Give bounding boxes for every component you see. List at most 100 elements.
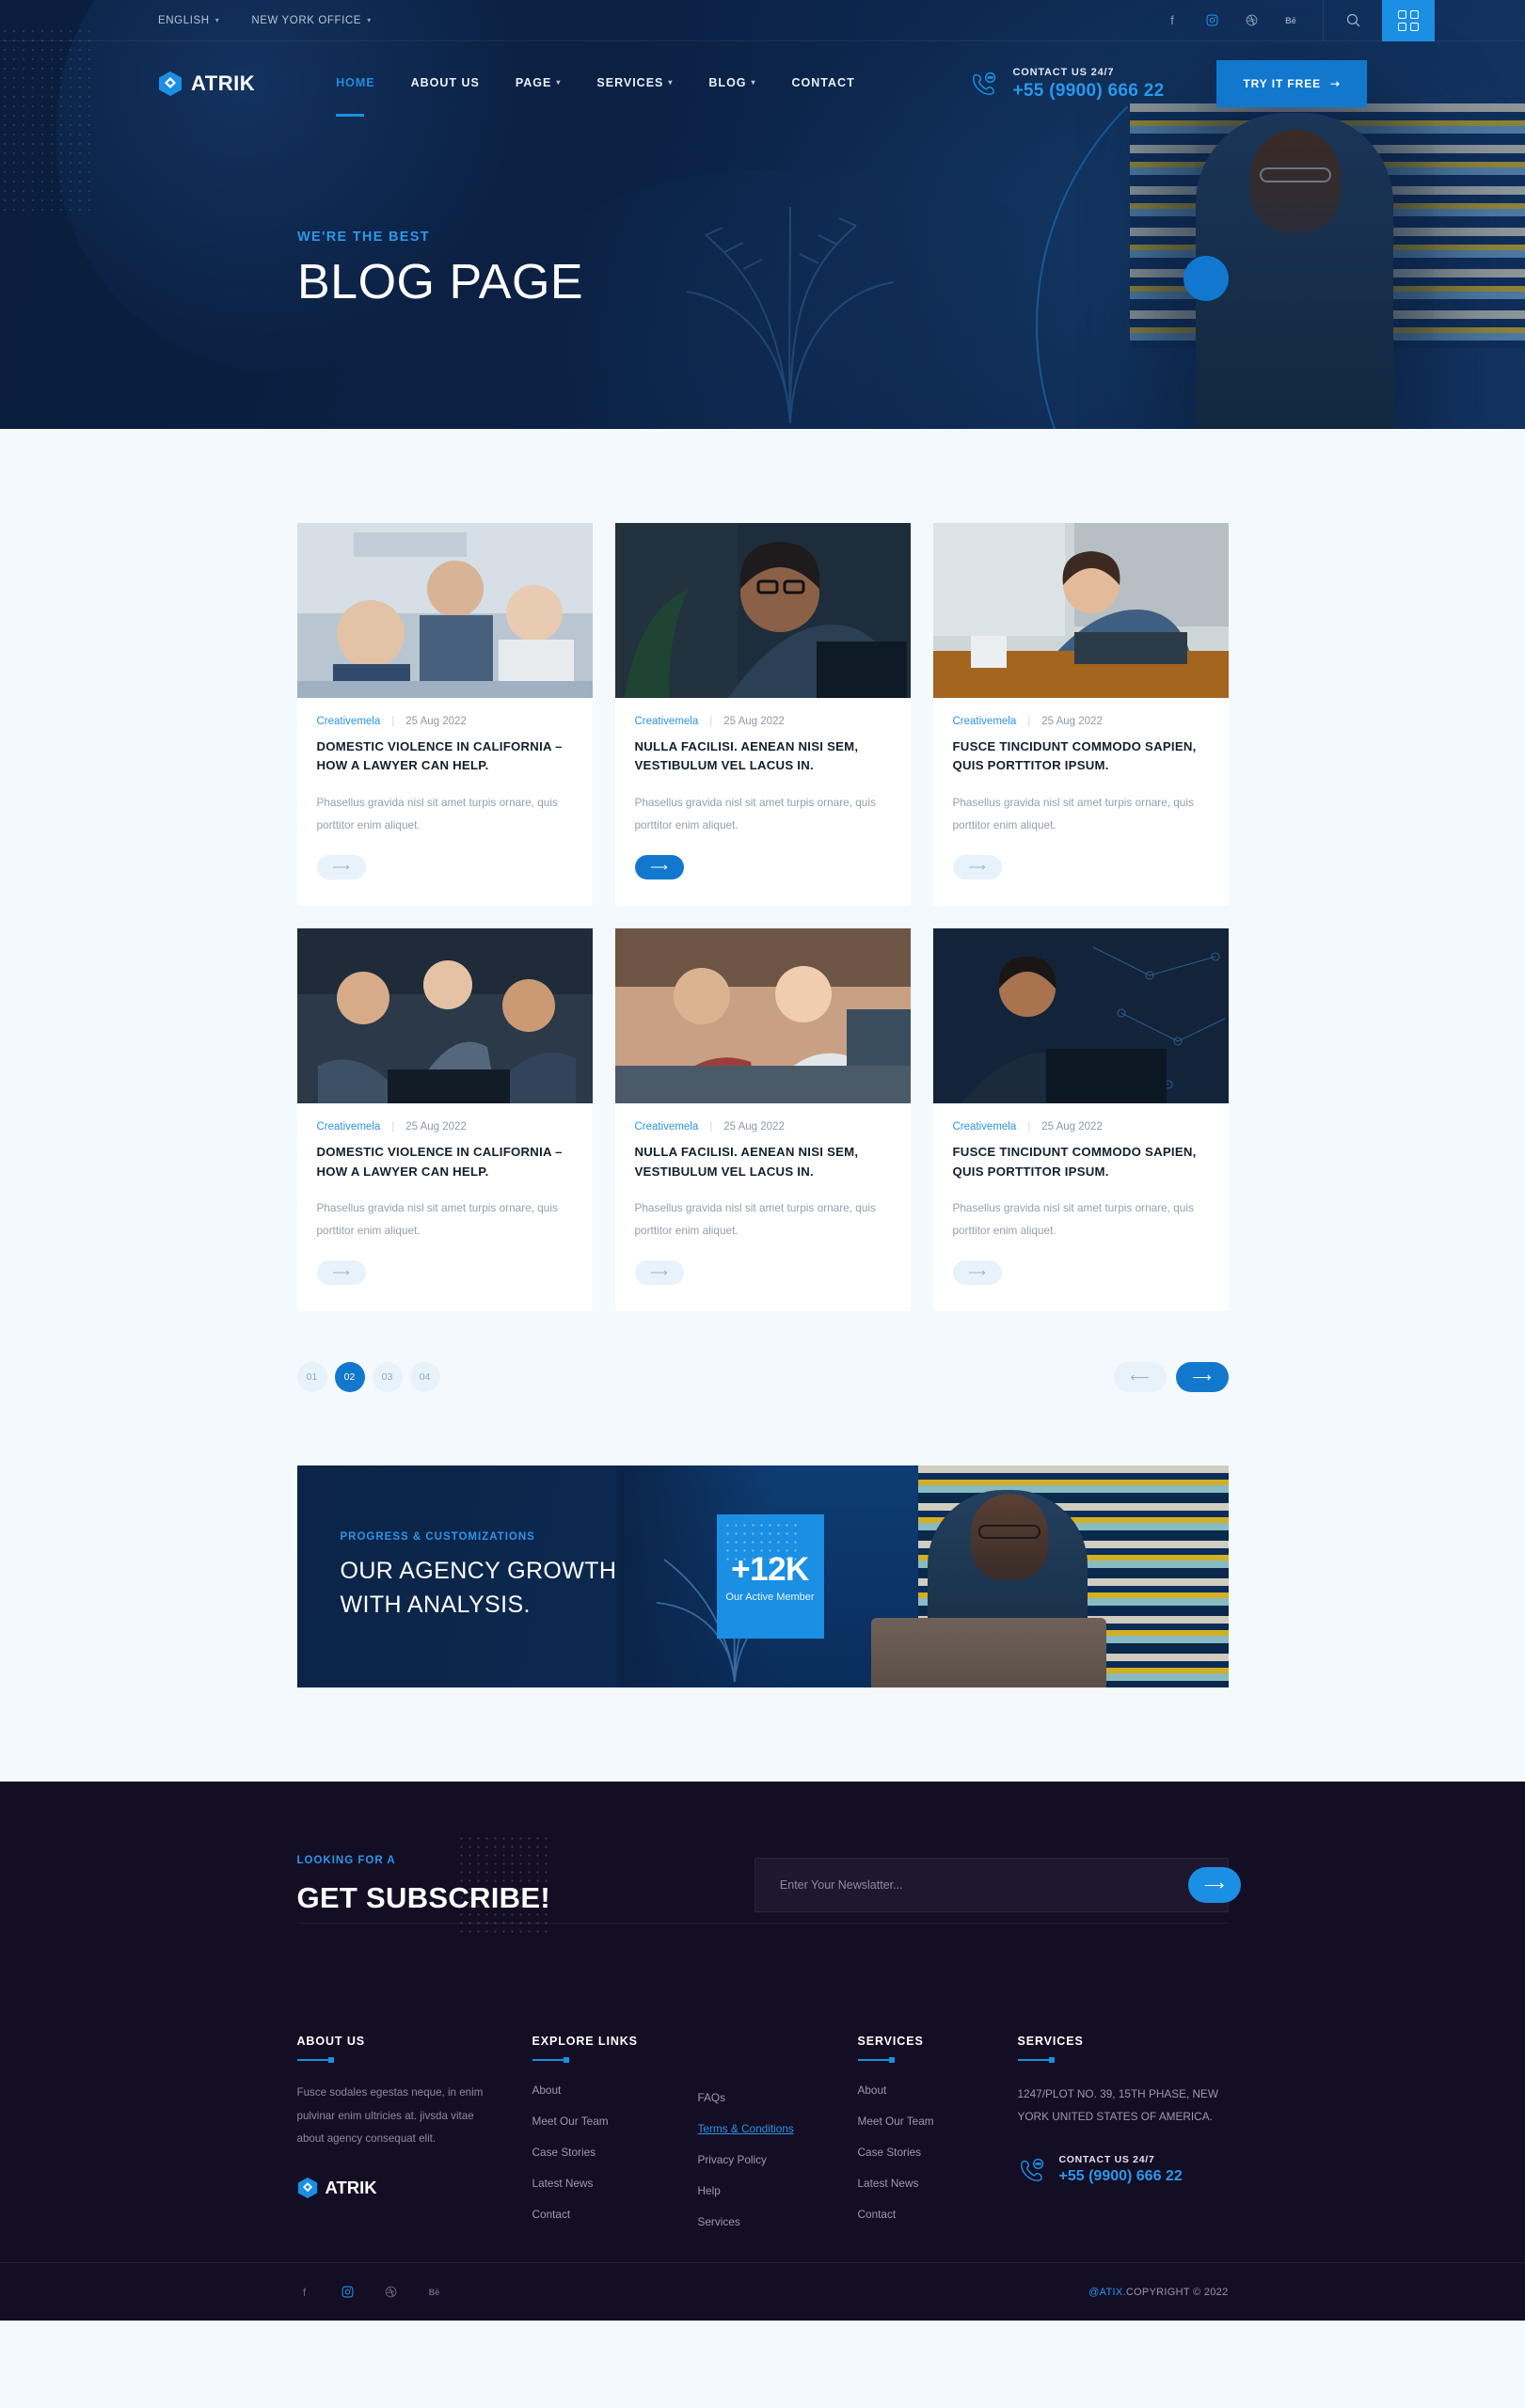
nav-item-contact[interactable]: CONTACT — [792, 76, 855, 92]
blog-section: Creativemela | 25 Aug 2022 DOMESTIC VIOL… — [0, 429, 1525, 1393]
copyright-brand: @ATIX. — [1088, 2286, 1126, 2298]
page-root: ENGLISH ▾ NEW YORK OFFICE ▾ f Bē ATRIK H… — [0, 0, 1525, 2321]
blog-card-title[interactable]: DOMESTIC VIOLENCE IN CALIFORNIA – HOW A … — [317, 737, 573, 776]
blog-card-excerpt: Phasellus gravida nisl sit amet turpis o… — [634, 1201, 876, 1237]
blog-card-meta: Creativemela | 25 Aug 2022 — [635, 1121, 891, 1133]
stat-caption: Our Active Member — [725, 1591, 815, 1603]
newsletter-field-wrapper: ⟶ — [754, 1858, 1241, 1913]
footer-link[interactable]: FAQs — [698, 2091, 858, 2104]
blog-card[interactable]: Creativemela | 25 Aug 2022 NULLA FACILIS… — [614, 523, 911, 907]
growth-title-line-1: OUR AGENCY GROWTH — [340, 1558, 617, 1585]
prev-page-button[interactable]: ⟵ — [1113, 1362, 1167, 1393]
subscribe-row: LOOKING FOR A GET SUBSCRIBE! ⟶ — [297, 1834, 1241, 1939]
footer-link[interactable]: Meet Our Team — [858, 2115, 1018, 2128]
blog-card[interactable]: Creativemela | 25 Aug 2022 NULLA FACILIS… — [614, 928, 911, 1312]
heading-underline — [1017, 2057, 1055, 2064]
read-more-button[interactable]: ⟶ — [952, 1260, 1002, 1286]
blog-card-title[interactable]: DOMESTIC VIOLENCE IN CALIFORNIA – HOW A … — [317, 1143, 573, 1181]
blog-card-title[interactable]: NULLA FACILISI. AENEAN NISI SEM, VESTIBU… — [635, 737, 891, 776]
page-button-01[interactable]: 01 — [296, 1362, 327, 1393]
meta-separator: | — [1027, 716, 1031, 727]
read-more-button[interactable]: ⟶ — [952, 855, 1002, 880]
footer-link-terms[interactable]: Terms & Conditions — [698, 2122, 858, 2135]
dribbble-icon[interactable] — [384, 2286, 399, 2299]
arrow-right-icon: ➝ — [1330, 77, 1341, 90]
footer-link[interactable]: Case Stories — [532, 2146, 698, 2159]
grid-menu-button[interactable] — [1382, 0, 1435, 41]
nav-item-blog[interactable]: BLOG ▾ — [708, 76, 755, 92]
language-selector[interactable]: ENGLISH ▾ — [158, 15, 219, 26]
blog-card-author[interactable]: Creativemela — [953, 1121, 1017, 1133]
read-more-button[interactable]: ⟶ — [634, 1260, 684, 1286]
footer-link[interactable]: Contact — [532, 2208, 698, 2221]
facebook-icon[interactable]: f — [1165, 14, 1180, 27]
footer-brand-logo[interactable]: ATRIK — [297, 2177, 532, 2199]
instagram-icon[interactable] — [341, 2286, 356, 2299]
behance-icon[interactable]: Bē — [427, 2286, 442, 2299]
footer-column-about: ABOUT US Fusce sodales egestas neque, in… — [296, 2035, 532, 2228]
next-page-button[interactable]: ⟶ — [1175, 1362, 1229, 1393]
footer-link[interactable]: Privacy Policy — [698, 2153, 858, 2166]
footer-link[interactable]: Latest News — [858, 2177, 1018, 2190]
stat-number: +12K — [731, 1550, 809, 1588]
growth-laptop — [870, 1618, 1106, 1688]
copyright-label: COPYRIGHT © 2022 — [1125, 2286, 1229, 2298]
facebook-icon[interactable]: f — [297, 2286, 312, 2299]
blog-card-body: Creativemela | 25 Aug 2022 DOMESTIC VIOL… — [297, 1103, 593, 1311]
blog-card-meta: Creativemela | 25 Aug 2022 — [953, 716, 1209, 727]
brand-logo[interactable]: ATRIK — [158, 71, 255, 97]
page-button-04[interactable]: 04 — [409, 1362, 440, 1393]
footer-contact[interactable]: CONTACT US 24/7 +55 (9900) 666 22 — [1018, 2154, 1244, 2185]
try-it-free-button[interactable]: TRY IT FREE ➝ — [1216, 60, 1367, 107]
blog-card-author[interactable]: Creativemela — [635, 716, 699, 727]
blog-card[interactable]: Creativemela | 25 Aug 2022 DOMESTIC VIOL… — [296, 928, 593, 1312]
footer-contact-text: CONTACT US 24/7 +55 (9900) 666 22 — [1059, 2154, 1183, 2185]
blog-card-title[interactable]: FUSCE TINCIDUNT COMMODO SAPIEN, QUIS POR… — [953, 1143, 1209, 1181]
read-more-button[interactable]: ⟶ — [316, 1260, 366, 1286]
footer-link[interactable]: About — [532, 2083, 698, 2097]
hero-kicker: WE'RE THE BEST — [297, 230, 430, 245]
footer-link[interactable]: About — [858, 2083, 1018, 2097]
blog-card[interactable]: Creativemela | 25 Aug 2022 DOMESTIC VIOL… — [296, 523, 593, 907]
dribbble-icon[interactable] — [1244, 14, 1259, 26]
blog-card-author[interactable]: Creativemela — [635, 1121, 699, 1133]
footer-column-legal-links: FAQs Terms & Conditions Privacy Policy H… — [698, 2035, 858, 2228]
footer-link[interactable]: Latest News — [532, 2177, 698, 2190]
blog-card-meta: Creativemela | 25 Aug 2022 — [635, 716, 891, 727]
nav-item-services[interactable]: SERVICES ▾ — [596, 76, 673, 92]
growth-banner-photo — [616, 1465, 1229, 1688]
blog-card-author[interactable]: Creativemela — [317, 716, 381, 727]
header-contact[interactable]: CONTACT US 24/7 +55 (9900) 666 22 — [970, 67, 1165, 102]
read-more-button[interactable]: ⟶ — [634, 855, 684, 880]
newsletter-input[interactable] — [755, 1878, 1188, 1893]
arrow-right-icon: ⟶ — [332, 860, 350, 875]
footer-link[interactable]: Services — [698, 2215, 858, 2228]
blog-card[interactable]: Creativemela | 25 Aug 2022 FUSCE TINCIDU… — [932, 928, 1229, 1312]
nav-item-home[interactable]: HOME — [336, 76, 375, 117]
blog-card-title[interactable]: FUSCE TINCIDUNT COMMODO SAPIEN, QUIS POR… — [953, 737, 1209, 776]
footer-link[interactable]: Contact — [858, 2208, 1018, 2221]
cta-label: TRY IT FREE — [1243, 77, 1322, 90]
heading-underline — [532, 2057, 569, 2064]
office-selector[interactable]: NEW YORK OFFICE ▾ — [251, 15, 371, 26]
blog-card-title[interactable]: NULLA FACILISI. AENEAN NISI SEM, VESTIBU… — [635, 1143, 891, 1181]
nav-item-page[interactable]: PAGE ▾ — [516, 76, 562, 92]
behance-icon[interactable]: Bē — [1283, 16, 1298, 25]
newsletter-submit-button[interactable]: ⟶ — [1187, 1867, 1241, 1904]
blog-card-author[interactable]: Creativemela — [317, 1121, 381, 1133]
footer-link[interactable]: Meet Our Team — [532, 2115, 698, 2128]
search-button[interactable] — [1324, 0, 1382, 41]
nav-item-about-us[interactable]: ABOUT US — [411, 76, 480, 92]
page-button-03[interactable]: 03 — [372, 1362, 403, 1393]
footer-link[interactable]: Help — [698, 2184, 858, 2197]
page-button-02[interactable]: 02 — [334, 1362, 365, 1393]
read-more-button[interactable]: ⟶ — [316, 855, 366, 880]
blog-card-image — [932, 523, 1229, 698]
top-bar-spacer — [1435, 0, 1525, 41]
blog-card[interactable]: Creativemela | 25 Aug 2022 FUSCE TINCIDU… — [932, 523, 1229, 907]
footer-address: 1247/PLOT NO. 39, 15TH PHASE, NEW YORK U… — [1017, 2087, 1219, 2123]
arrow-right-icon: ⟶ — [968, 1265, 986, 1280]
instagram-icon[interactable] — [1204, 14, 1219, 26]
blog-card-author[interactable]: Creativemela — [953, 716, 1017, 727]
footer-link[interactable]: Case Stories — [858, 2146, 1018, 2159]
